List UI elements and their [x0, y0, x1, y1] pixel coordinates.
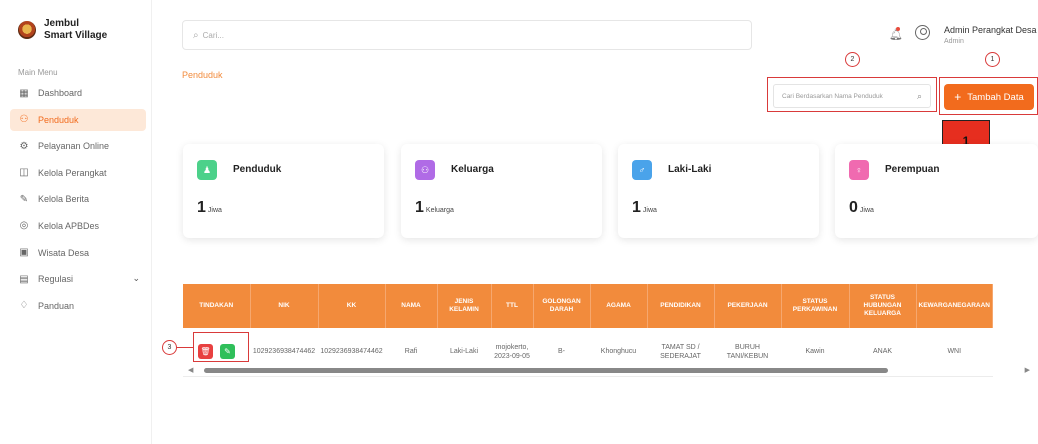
scroll-right-arrow-icon[interactable]: ▶: [1025, 366, 1030, 374]
sidebar-item-label: Dashboard: [38, 88, 83, 98]
brand-name: Jembul: [44, 18, 80, 29]
resident-search-input[interactable]: Cari Berdasarkan Nama Penduduk ⌕: [773, 84, 931, 108]
sidebar-item-label: Panduan: [38, 300, 75, 311]
column-header[interactable]: NAMA: [385, 284, 438, 328]
family-icon: ⚇: [415, 160, 435, 180]
annotation-marker-1: 1: [985, 52, 1000, 67]
guide-icon: ♢: [19, 300, 29, 312]
users-icon: ⚇: [19, 114, 29, 126]
stat-card-keluarga: ⚇ Keluarga 1 Keluarga: [401, 144, 602, 238]
column-header[interactable]: NIK: [250, 284, 319, 328]
global-search-input[interactable]: ⌕ Cari...: [182, 20, 752, 50]
column-header[interactable]: KK: [318, 284, 386, 328]
annotation-marker-3: 3: [162, 340, 177, 355]
village-logo-icon: [18, 21, 36, 39]
card-value: 1: [415, 199, 424, 216]
stat-card-laki-laki: ♂ Laki-Laki 1 Jiwa: [618, 144, 819, 238]
column-header[interactable]: JENIS KELAMIN: [437, 284, 492, 328]
scrollbar-thumb[interactable]: [204, 368, 888, 373]
column-header[interactable]: GOLONGAN DARAH: [533, 284, 591, 328]
brand[interactable]: Jembul Smart Village: [18, 18, 107, 42]
search-icon: ⌕: [916, 91, 922, 101]
card-unit: Jiwa: [642, 207, 657, 214]
horizontal-scrollbar[interactable]: ◀ ▶: [188, 365, 1030, 375]
sidebar-item-kelola-berita[interactable]: ✎ Kelola Berita: [10, 188, 146, 210]
annotation-box-actions: [193, 332, 249, 362]
chevron-down-icon: ⌄: [132, 273, 140, 284]
card-title: Laki-Laki: [668, 164, 712, 175]
image-icon: ▣: [19, 247, 29, 259]
column-header[interactable]: AGAMA: [590, 284, 648, 328]
sidebar: Jembul Smart Village Main Menu ▦ Dashboa…: [0, 0, 152, 444]
sidebar-item-penduduk[interactable]: ⚇ Penduduk: [10, 108, 146, 131]
column-header[interactable]: STATUS PERKAWINAN: [781, 284, 850, 328]
user-role: Admin: [944, 38, 964, 45]
card-title: Perempuan: [885, 164, 940, 175]
user-avatar-icon[interactable]: [915, 25, 930, 40]
sidebar-item-regulasi[interactable]: ▤ Regulasi ⌄: [10, 268, 146, 290]
add-data-label: Tambah Data: [967, 91, 1024, 103]
card-title: Keluarga: [451, 164, 494, 175]
sidebar-item-label: Regulasi: [38, 274, 74, 285]
search-placeholder: Cari...: [202, 30, 224, 40]
annotation-connector: [177, 347, 193, 348]
sidebar-item-label: Wisata Desa: [38, 247, 90, 258]
search-icon: ⌕: [193, 29, 199, 41]
sidebar-menu: ▦ Dashboard ⚇ Penduduk ⚙ Pelayanan Onlin…: [10, 82, 146, 321]
filter-placeholder: Cari Berdasarkan Nama Penduduk: [782, 92, 883, 100]
card-unit: Jiwa: [859, 207, 874, 214]
sidebar-item-label: Penduduk: [38, 114, 79, 125]
card-value: 1: [632, 199, 641, 216]
add-data-button[interactable]: + Tambah Data: [944, 84, 1034, 110]
edit-icon: ✎: [19, 193, 29, 205]
column-header[interactable]: PEKERJAAN: [714, 284, 782, 328]
card-value: 1: [197, 199, 206, 216]
sidebar-item-pelayanan-online[interactable]: ⚙ Pelayanan Online: [10, 135, 146, 157]
sidebar-item-label: Kelola Perangkat: [38, 167, 107, 178]
notification-badge: [896, 27, 900, 31]
resident-table: TINDAKAN NIK KK NAMA JENIS KELAMIN TTL G…: [183, 284, 993, 377]
plus-icon: +: [954, 90, 962, 104]
sidebar-item-kelola-apbdes[interactable]: ◎ Kelola APBDes: [10, 215, 146, 237]
card-unit: Keluarga: [425, 207, 454, 214]
sidebar-item-dashboard[interactable]: ▦ Dashboard: [10, 82, 146, 104]
female-icon: ♀: [849, 160, 869, 180]
sidebar-item-label: Pelayanan Online: [38, 141, 110, 152]
user-name[interactable]: Admin Perangkat Desa: [944, 25, 1037, 35]
column-header[interactable]: PENDIDIKAN: [647, 284, 715, 328]
person-icon: ♟: [197, 160, 217, 180]
card-title: Penduduk: [233, 164, 282, 175]
male-icon: ♂: [632, 160, 652, 180]
sidebar-item-kelola-perangkat[interactable]: ◫ Kelola Perangkat: [10, 162, 146, 184]
money-icon: ◎: [19, 220, 29, 232]
column-header: TINDAKAN: [183, 284, 251, 328]
service-icon: ⚙: [19, 140, 29, 152]
sidebar-item-wisata-desa[interactable]: ▣ Wisata Desa: [10, 242, 146, 264]
document-icon: ▤: [19, 273, 29, 285]
column-header[interactable]: TTL: [491, 284, 534, 328]
card-value: 0: [849, 199, 858, 216]
brand-subtitle: Smart Village: [44, 30, 108, 41]
column-header[interactable]: STATUS HUBUNGAN KELUARGA: [849, 284, 917, 328]
annotation-marker-2: 2: [845, 52, 860, 67]
menu-title: Main Menu: [18, 68, 58, 77]
resident-table-container: TINDAKAN NIK KK NAMA JENIS KELAMIN TTL G…: [183, 284, 1038, 377]
sidebar-item-panduan[interactable]: ♢ Panduan: [10, 295, 146, 317]
sidebar-item-label: Kelola Berita: [38, 194, 90, 205]
stat-card-perempuan: ♀ Perempuan 0 Jiwa: [835, 144, 1038, 238]
column-header[interactable]: KEWARGANEGARAAN: [916, 284, 993, 328]
sidebar-item-label: Kelola APBDes: [38, 220, 100, 231]
scroll-left-arrow-icon[interactable]: ◀: [188, 366, 193, 374]
breadcrumb[interactable]: Penduduk: [182, 70, 223, 80]
grid-icon: ▦: [19, 87, 29, 99]
card-unit: Jiwa: [207, 207, 222, 214]
device-icon: ◫: [19, 167, 29, 179]
stat-card-penduduk: ♟ Penduduk 1 Jiwa: [183, 144, 384, 238]
table-header-row: TINDAKAN NIK KK NAMA JENIS KELAMIN TTL G…: [183, 284, 993, 328]
